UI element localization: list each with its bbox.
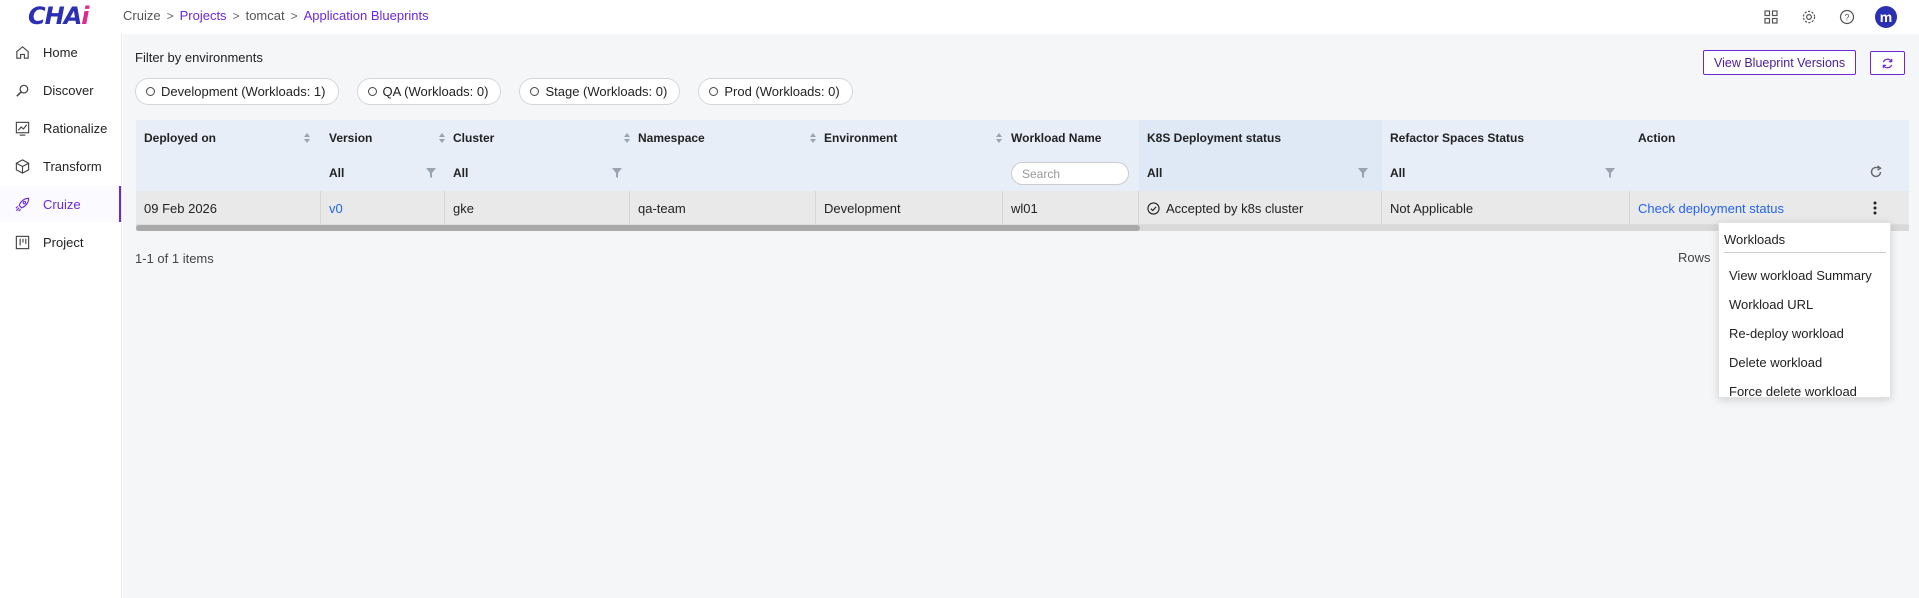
horizontal-scrollbar[interactable] <box>136 225 1909 231</box>
check-deployment-status-link[interactable]: Check deployment status <box>1630 191 1784 225</box>
chevron-right-icon: > <box>290 8 298 23</box>
pagination-info: 1-1 of 1 items <box>135 251 214 266</box>
breadcrumb-project[interactable]: tomcat <box>246 8 285 23</box>
rationalize-icon <box>15 121 30 136</box>
avatar[interactable]: m <box>1875 6 1897 28</box>
filter-icon[interactable] <box>426 168 436 178</box>
breadcrumb-current: Application Blueprints <box>303 8 429 23</box>
home-icon <box>16 45 29 59</box>
cell-cluster: gke <box>453 200 474 216</box>
cell-workload-name: wl01 <box>1011 200 1038 216</box>
version-filter[interactable]: All <box>321 155 344 191</box>
sidebar-item-project[interactable]: Project <box>0 224 121 260</box>
cluster-filter[interactable]: All <box>445 155 468 191</box>
table-header: Deployed on Version Cluster Namespace En… <box>136 120 1909 191</box>
cell-version-link[interactable]: v0 <box>321 191 343 225</box>
cell-refactor-status: Not Applicable <box>1390 200 1474 216</box>
scrollbar-thumb[interactable] <box>136 225 1140 231</box>
col-k8s-status[interactable]: K8S Deployment status <box>1139 120 1281 155</box>
workload-search-input[interactable]: Search <box>1011 162 1129 185</box>
filter-title: Filter by environments <box>135 50 263 65</box>
k8s-status-filter[interactable]: All <box>1139 155 1162 191</box>
refactor-status-filter[interactable]: All <box>1382 155 1405 191</box>
col-cluster[interactable]: Cluster <box>445 120 494 155</box>
sidebar-item-cruize[interactable]: Cruize <box>0 186 121 222</box>
menu-item-workload-url[interactable]: Workload URL <box>1719 290 1890 318</box>
radio-icon <box>146 87 155 96</box>
chevron-right-icon: > <box>232 8 240 23</box>
col-environment[interactable]: Environment <box>816 120 897 155</box>
col-version[interactable]: Version <box>321 120 372 155</box>
cell-deployed-on: 09 Feb 2026 <box>144 200 218 216</box>
sidebar-item-label: Cruize <box>43 196 81 212</box>
breadcrumb: Cruize > Projects > tomcat > Application… <box>123 8 429 23</box>
refresh-button[interactable] <box>1870 51 1905 75</box>
discover-icon <box>16 84 29 97</box>
more-vertical-icon[interactable] <box>1873 201 1877 215</box>
filter-icon[interactable] <box>1358 168 1368 178</box>
col-deployed-on[interactable]: Deployed on <box>136 120 216 155</box>
environment-filter-chips: Development (Workloads: 1) QA (Workloads… <box>135 78 853 105</box>
breadcrumb-projects[interactable]: Projects <box>180 8 227 23</box>
menu-item-delete[interactable]: Delete workload <box>1719 348 1890 376</box>
radio-icon <box>530 87 540 96</box>
env-chip-prod[interactable]: Prod (Workloads: 0) <box>698 78 853 105</box>
env-chip-qa[interactable]: QA (Workloads: 0) <box>356 78 502 105</box>
rocket-icon <box>15 197 30 212</box>
env-chip-stage[interactable]: Stage (Workloads: 0) <box>519 78 681 105</box>
radio-icon <box>367 87 377 96</box>
reset-filters-icon[interactable] <box>1869 165 1883 179</box>
cube-icon <box>15 158 30 174</box>
project-icon <box>15 235 30 249</box>
help-icon[interactable]: ? <box>1837 7 1857 27</box>
view-blueprint-versions-button[interactable]: View Blueprint Versions <box>1703 50 1857 75</box>
col-workload-name[interactable]: Workload Name <box>1003 120 1101 155</box>
gear-icon[interactable] <box>1799 7 1819 27</box>
workload-actions-menu: Workloads View workload Summary Workload… <box>1718 222 1891 399</box>
refresh-icon <box>1882 58 1893 68</box>
app-logo[interactable]: CHAi <box>28 2 90 30</box>
rows-per-page-label: Rows <box>1678 250 1711 265</box>
cell-k8s-status: Accepted by k8s cluster <box>1139 191 1303 225</box>
menu-item-view-summary[interactable]: View workload Summary <box>1719 261 1890 289</box>
deployments-table: Deployed on Version Cluster Namespace En… <box>136 120 1909 231</box>
sidebar-item-label: Transform <box>43 158 102 174</box>
main-content: Filter by environments Development (Work… <box>123 34 1919 598</box>
sidebar-item-label: Discover <box>43 82 94 98</box>
cell-environment: Development <box>824 200 901 216</box>
filter-icon[interactable] <box>612 168 622 178</box>
sidebar-item-label: Rationalize <box>43 120 108 136</box>
radio-icon <box>709 87 719 96</box>
col-action: Action <box>1638 130 1676 145</box>
menu-item-redeploy[interactable]: Re-deploy workload <box>1719 319 1890 347</box>
sidebar-item-label: Home <box>43 44 78 60</box>
menu-item-force-delete[interactable]: Force delete workload <box>1719 377 1890 405</box>
sidebar: Home Discover Rationalize Transform Crui… <box>0 34 122 598</box>
cell-namespace: qa-team <box>638 200 686 216</box>
sidebar-item-discover[interactable]: Discover <box>0 72 121 108</box>
check-circle-icon <box>1147 201 1160 215</box>
chevron-right-icon: > <box>166 8 174 23</box>
col-refactor-status[interactable]: Refactor Spaces Status <box>1382 120 1524 155</box>
sidebar-item-transform[interactable]: Transform <box>0 148 121 184</box>
menu-header: Workloads <box>1724 227 1886 253</box>
table-row: 09 Feb 2026 v0 gke qa-team Development w… <box>136 191 1909 225</box>
env-chip-development[interactable]: Development (Workloads: 1) <box>135 78 339 105</box>
filter-icon[interactable] <box>1605 168 1615 178</box>
sidebar-item-home[interactable]: Home <box>0 34 121 70</box>
top-bar: CHAi Cruize > Projects > tomcat > Applic… <box>0 0 1919 34</box>
sidebar-item-label: Project <box>43 234 84 250</box>
svg-text:?: ? <box>1844 13 1849 23</box>
sidebar-item-rationalize[interactable]: Rationalize <box>0 110 121 146</box>
breadcrumb-cruize[interactable]: Cruize <box>123 8 161 23</box>
sort-icon[interactable] <box>995 132 1003 144</box>
apps-grid-icon[interactable] <box>1761 7 1781 27</box>
col-namespace[interactable]: Namespace <box>630 120 705 155</box>
sort-icon[interactable] <box>303 132 311 144</box>
